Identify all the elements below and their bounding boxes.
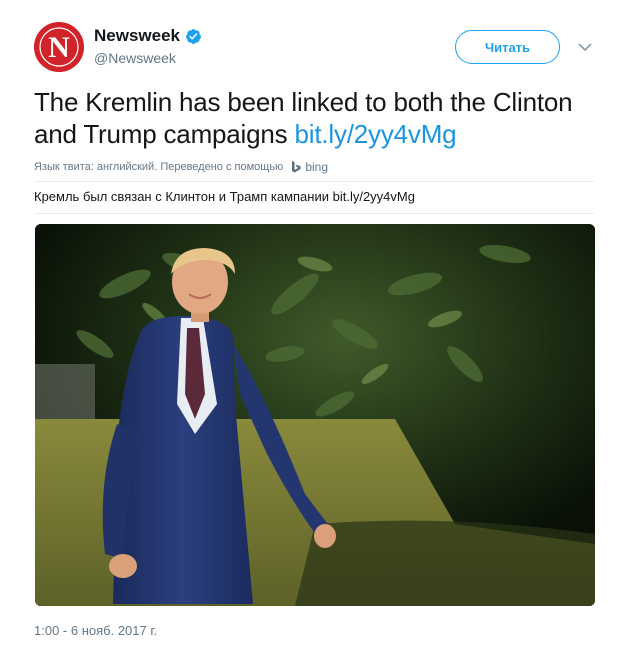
account-name-row[interactable]: Newsweek	[94, 26, 202, 46]
translation-note: Язык твита: английский. Переведено с пом…	[34, 161, 284, 173]
tweet-link[interactable]: bit.ly/2yy4vMg	[294, 119, 456, 149]
translation-attribution: Язык твита: английский. Переведено с пом…	[34, 160, 328, 174]
divider	[34, 213, 594, 214]
newsweek-logo-icon: N	[34, 22, 84, 72]
tweet-timestamp[interactable]: 1:00 - 6 нояб. 2017 г.	[34, 623, 157, 638]
tweet-photo[interactable]	[35, 224, 595, 606]
divider	[34, 181, 594, 182]
chevron-down-icon[interactable]	[576, 38, 594, 56]
tweet-text: The Kremlin has been linked to both the …	[34, 86, 604, 150]
verified-badge-icon	[185, 28, 202, 45]
account-avatar[interactable]: N	[34, 22, 84, 72]
follow-button[interactable]: Читать	[455, 30, 560, 64]
account-handle[interactable]: @Newsweek	[94, 50, 176, 66]
bing-icon	[289, 160, 303, 174]
bing-label: bing	[305, 160, 328, 174]
avatar-letter: N	[48, 31, 70, 64]
account-name[interactable]: Newsweek	[94, 26, 180, 46]
translated-text: Кремль был связан с Клинтон и Трамп камп…	[34, 189, 415, 204]
photo-image	[35, 224, 595, 606]
